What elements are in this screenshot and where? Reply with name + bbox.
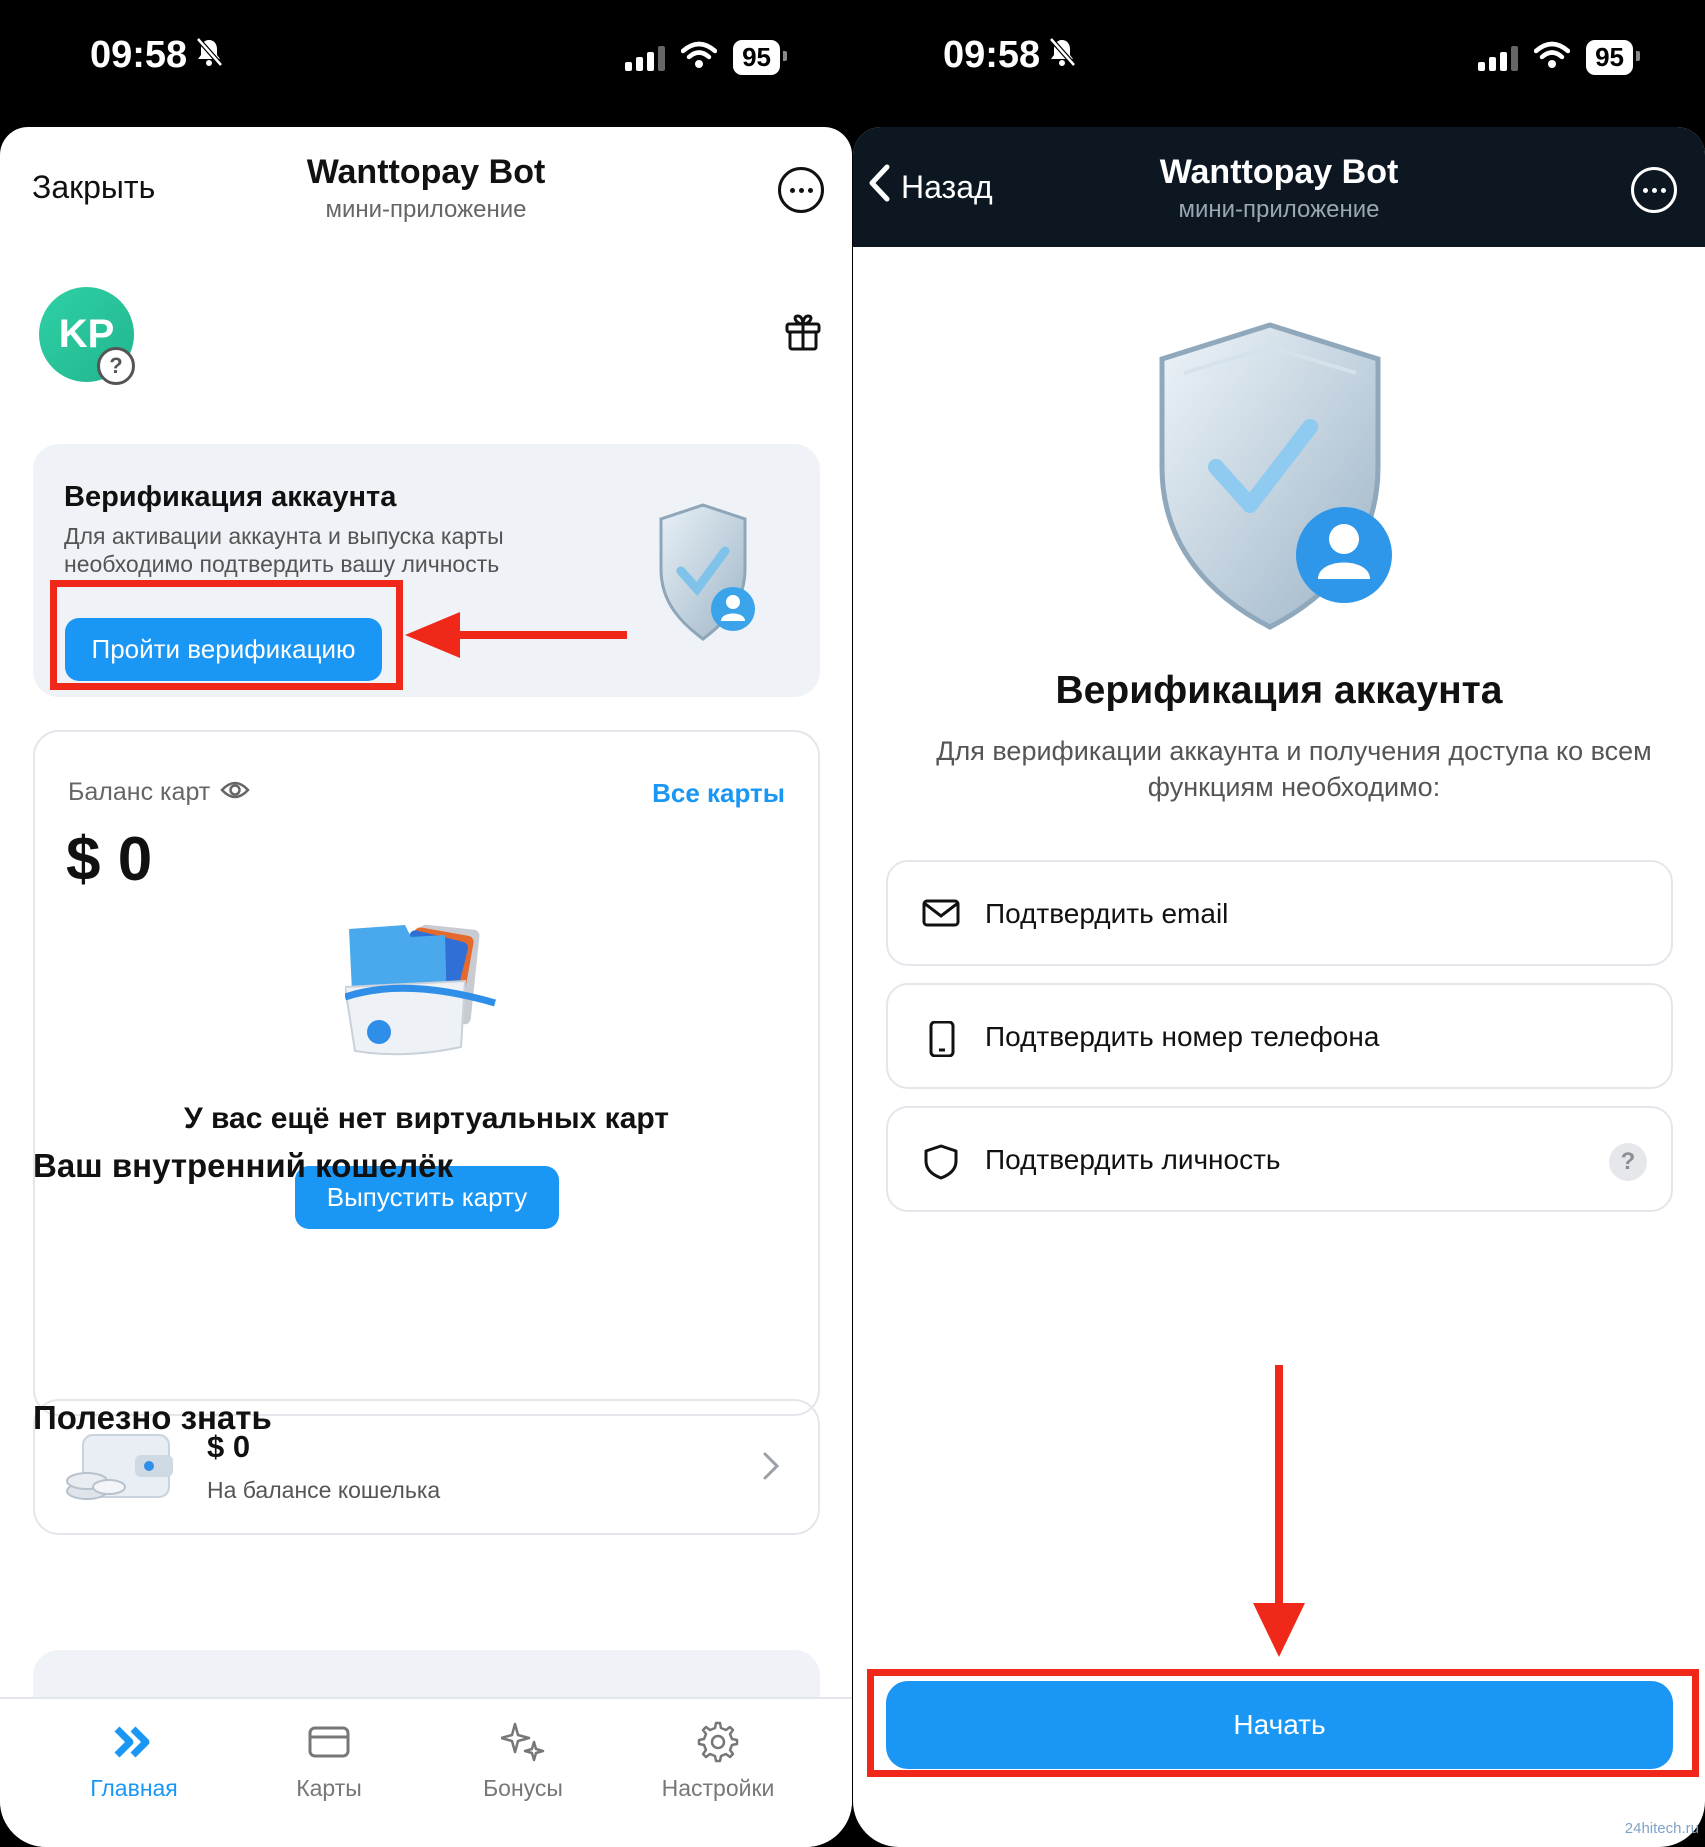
more-options-icon[interactable] [778, 167, 824, 213]
tab-home-label: Главная [90, 1775, 178, 1801]
app-title-block: Wanttopay Bot мини-приложение [853, 153, 1705, 224]
shield-check-illustration [1158, 317, 1398, 642]
status-time: 09:58 [90, 34, 188, 76]
chevron-right-icon [762, 1451, 780, 1486]
app-subtitle: мини-приложение [325, 196, 527, 223]
help-icon[interactable]: ? [1609, 1143, 1647, 1181]
gift-icon[interactable] [784, 312, 822, 357]
tab-cards[interactable]: Карты [229, 1717, 429, 1802]
confirm-identity-item[interactable]: Подтвердить личность ? [886, 1106, 1673, 1212]
more-options-icon[interactable] [1631, 167, 1677, 213]
right-screenshot: 09:58 95 Назад Wanttopay Bot мини-прилож [853, 0, 1705, 1847]
app-subtitle: мини-приложение [1178, 196, 1380, 223]
wifi-icon [1533, 41, 1571, 74]
wifi-icon [680, 41, 718, 74]
envelope-icon [922, 898, 960, 933]
tab-bonuses[interactable]: Бонусы [423, 1717, 623, 1802]
wallet-heading: Ваш внутренний кошелёк [33, 1147, 454, 1184]
confirm-identity-label: Подтвердить личность [985, 1144, 1281, 1175]
all-cards-link[interactable]: Все карты [652, 778, 785, 809]
status-bar: 09:58 95 [853, 0, 1705, 115]
cards-folder-illustration [343, 917, 505, 1067]
status-time-group: 09:58 [943, 34, 1077, 77]
verification-description: Для активации аккаунта и выпуска карты н… [64, 523, 504, 577]
wallet-subtitle: На балансе кошелька [207, 1477, 441, 1503]
left-screenshot: 09:58 95 Закрыть Wanttopay Bot мини-прил… [0, 0, 852, 1847]
card-balance-amount: $ 0 [66, 825, 153, 894]
confirm-email-label: Подтвердить email [985, 898, 1229, 929]
bell-muted-icon [1048, 34, 1077, 77]
status-time: 09:58 [943, 34, 1041, 76]
phone-icon [922, 1020, 960, 1062]
no-cards-message: У вас ещё нет виртуальных карт [183, 1102, 669, 1135]
card-icon [229, 1717, 429, 1767]
status-right: 95 [1478, 40, 1640, 75]
status-right: 95 [625, 40, 787, 75]
app-title: Wanttopay Bot [306, 153, 546, 191]
tab-home[interactable]: Главная [34, 1717, 234, 1802]
wallet-illustration [65, 1429, 175, 1512]
status-bar: 09:58 95 [0, 0, 852, 115]
verification-description: Для верификации аккаунта и получения дос… [936, 736, 1652, 802]
verification-title: Верификация аккаунта [1055, 669, 1503, 712]
arrow-left-annotation [405, 610, 627, 665]
bottom-tab-bar: Главная Карты Бонусы Настройки [0, 1697, 852, 1847]
eye-icon[interactable] [220, 778, 250, 807]
verification-badge-icon: ? [97, 347, 135, 385]
app-title: Wanttopay Bot [1159, 153, 1399, 191]
status-time-group: 09:58 [90, 34, 224, 77]
card-balance-label: Баланс карт [68, 778, 211, 806]
app-title-block: Wanttopay Bot мини-приложение [0, 153, 852, 224]
battery-indicator: 95 [1586, 40, 1640, 75]
shield-check-illustration [653, 499, 763, 654]
app-header: Назад Wanttopay Bot мини-приложение [853, 127, 1705, 247]
card-balance-panel: Баланс карт Все карты $ 0 У вас ещё нет … [33, 730, 820, 1416]
gear-icon [618, 1717, 818, 1767]
cellular-signal-icon [1478, 45, 1519, 71]
card-balance-label-group: Баланс карт [68, 778, 250, 807]
chevrons-right-icon [34, 1717, 234, 1767]
app-header: Закрыть Wanttopay Bot мини-приложение [0, 127, 852, 247]
tab-settings-label: Настройки [661, 1775, 775, 1801]
tab-bonuses-label: Бонусы [483, 1775, 563, 1801]
highlight-box [867, 1669, 1699, 1777]
useful-heading: Полезно знать [33, 1399, 272, 1436]
tab-settings[interactable]: Настройки [618, 1717, 818, 1802]
confirm-phone-item[interactable]: Подтвердить номер телефона [886, 983, 1673, 1089]
mini-app-sheet: Закрыть Wanttopay Bot мини-приложение KP… [0, 127, 852, 1847]
confirm-phone-label: Подтвердить номер телефона [985, 1021, 1380, 1052]
watermark: 24hitech.ru [1624, 1820, 1699, 1837]
shield-icon [922, 1144, 960, 1185]
confirm-email-item[interactable]: Подтвердить email [886, 860, 1673, 966]
arrow-down-annotation [1251, 1365, 1307, 1662]
battery-indicator: 95 [733, 40, 787, 75]
highlight-box [50, 580, 403, 690]
verification-title: Верификация аккаунта [64, 481, 397, 513]
tab-cards-label: Карты [296, 1775, 362, 1801]
bell-muted-icon [195, 34, 224, 77]
cellular-signal-icon [625, 45, 666, 71]
sparkles-icon [423, 1717, 623, 1767]
